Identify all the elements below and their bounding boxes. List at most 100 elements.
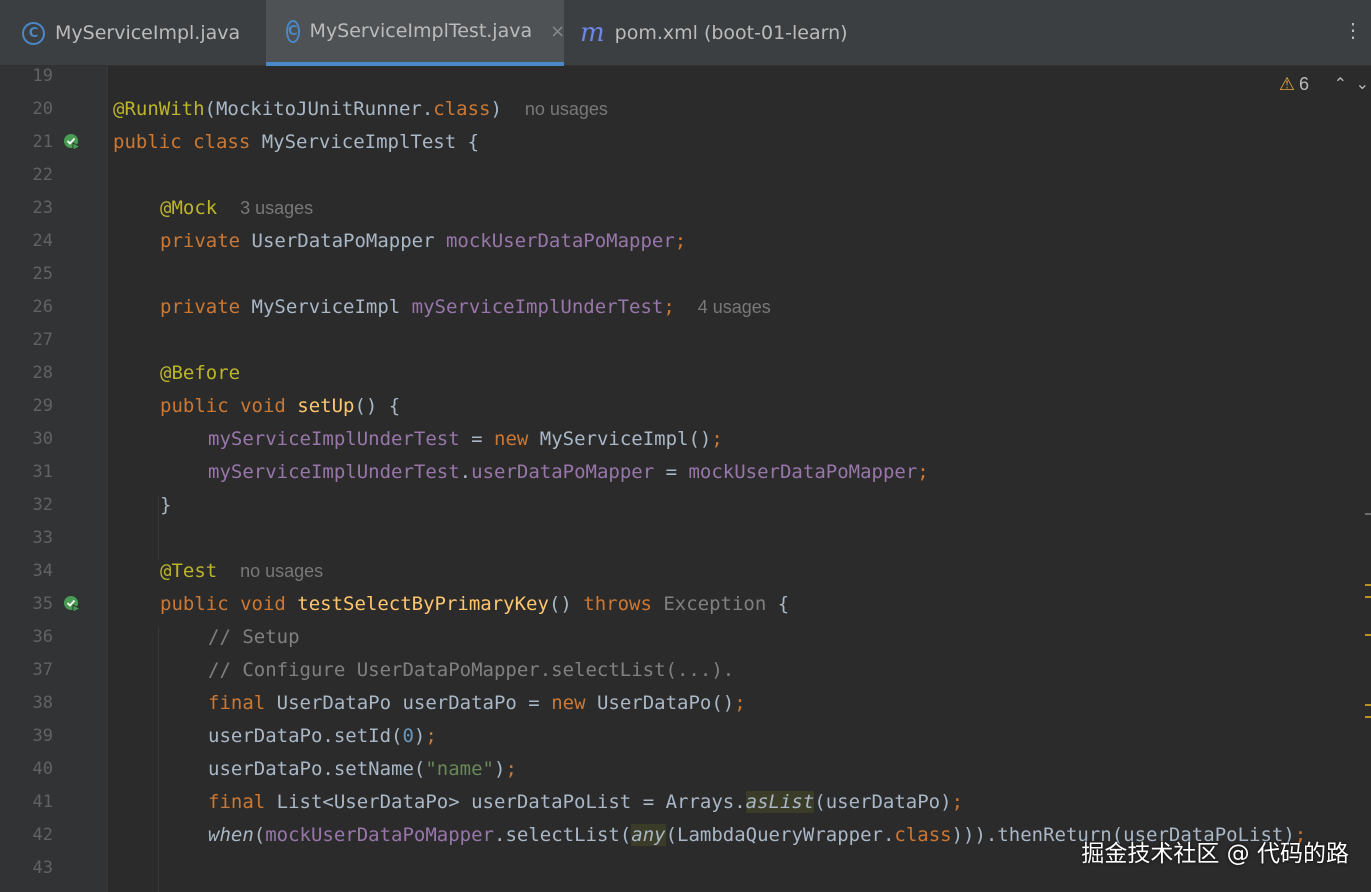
code-line: 30 myServiceImplUnderTest = new MyServic… [0,423,1371,456]
semicolon: ; [425,725,437,747]
line-number: 32 [32,495,53,515]
method-name: testSelectByPrimaryKey [297,593,549,615]
line-number: 28 [32,363,53,383]
more-tabs-icon[interactable]: ⋮ [1343,18,1363,43]
code-line: 34 @Test no usages [0,555,1371,588]
code-line: 25 [0,258,1371,291]
editor-tab-bar: C MyServiceImpl.java C MyServiceImplTest… [0,0,1371,66]
code-line: 36 // Setup [0,621,1371,654]
code-line: 41 final List<UserDataPo> userDataPoList… [0,786,1371,819]
code-token: userDataPo.setId( [208,725,403,747]
code-token: () { [354,395,401,417]
comment[interactable]: // Configure UserDataPoMapper.selectList… [208,654,734,687]
comment[interactable]: // Setup [208,621,300,654]
tab-label: MyServiceImpl.java [55,22,241,44]
semicolon: ; [663,296,675,318]
code-text[interactable]: myServiceImplUnderTest = new MyServiceIm… [208,423,723,456]
code-line: 28 @Before [0,357,1371,390]
tab-label: pom.xml (boot-01-learn) [614,22,848,44]
code-text[interactable]: @Mock 3 usages [160,192,313,225]
code-text[interactable]: private MyServiceImpl myServiceImplUnder… [160,291,771,324]
code-text[interactable]: final List<UserDataPo> userDataPoList = … [208,786,963,819]
code-text[interactable]: userDataPo.setName("name"); [208,753,517,786]
code-text[interactable]: public void testSelectByPrimaryKey() thr… [160,588,789,621]
keyword: final [208,791,277,813]
line-number: 33 [32,528,53,548]
run-test-icon[interactable] [63,133,81,151]
class-icon: C [286,19,300,43]
code-line: 40 userDataPo.setName("name"); [0,753,1371,786]
code-token: UserDataPo userDataPo = [276,692,552,714]
code-line: 22 [0,159,1371,192]
string-literal: "name" [425,758,494,780]
code-text[interactable]: final UserDataPo userDataPo = new UserDa… [208,687,746,720]
code-token: (userDataPo) [814,791,952,813]
usages-hint[interactable]: 3 usages [240,198,313,218]
line-number: 42 [32,825,53,845]
code-text[interactable]: myServiceImplUnderTest.userDataPoMapper … [208,456,929,489]
line-number: 27 [32,330,53,350]
code-line: 38 final UserDataPo userDataPo = new Use… [0,687,1371,720]
code-line: 29 public void setUp() { [0,390,1371,423]
tab-myserviceimpl[interactable]: C MyServiceImpl.java [22,0,266,66]
semicolon: ; [951,791,964,813]
line-number: 23 [32,198,53,218]
semicolon: ; [711,428,723,450]
tab-label: MyServiceImplTest.java [309,20,533,42]
semicolon: ; [674,230,687,252]
keyword: throws [583,593,664,615]
field-name: mockUserDataPoMapper [265,824,494,846]
run-test-icon[interactable] [63,595,81,613]
line-number: 36 [32,627,53,647]
line-number: 41 [32,792,53,812]
code-text[interactable]: @Test no usages [160,555,323,588]
tab-myserviceimpltest[interactable]: C MyServiceImplTest.java × [266,0,565,66]
keyword: private [160,296,252,318]
keyword: class [894,824,952,846]
code-line: 20 @RunWith(MockitoJUnitRunner.class) no… [0,93,1371,126]
code-line: 32 } [0,489,1371,522]
keyword: public class [113,131,262,153]
keyword: new [551,692,597,714]
keyword: class [433,98,491,120]
keyword: public void [160,395,298,417]
code-editor[interactable]: ⚠ 6 ⌃ ⌄ 19 20 @RunWith(MockitoJUnitRunne… [0,66,1371,892]
keyword: final [208,692,277,714]
code-token: List<UserDataPo> userDataPoList = Arrays… [276,791,746,813]
code-token: (MockitoJUnitRunner. [204,98,434,120]
line-number: 29 [32,396,53,416]
static-method: any [631,824,666,846]
tab-pom-xml[interactable]: m pom.xml (boot-01-learn) [580,0,880,66]
code-token: () [548,593,584,615]
code-text[interactable]: @Before [160,357,240,390]
usages-hint[interactable]: 4 usages [698,297,771,317]
code-line: 19 [0,60,1371,93]
code-line: 35 public void testSelectByPrimaryKey() … [0,588,1371,621]
code-text[interactable]: userDataPo.setId(0); [208,720,437,753]
code-text[interactable]: public void setUp() { [160,390,400,423]
code-token: . [459,461,472,483]
field-name: userDataPoMapper [471,461,655,483]
code-token: MyServiceImpl [251,296,412,318]
code-line: 33 [0,522,1371,555]
usages-hint[interactable]: no usages [240,561,323,581]
code-text[interactable]: private UserDataPoMapper mockUserDataPoM… [160,225,686,258]
code-line: 39 userDataPo.setId(0); [0,720,1371,753]
close-tab-icon[interactable]: × [550,21,565,42]
keyword: new [494,428,540,450]
usages-hint[interactable]: no usages [525,99,608,119]
static-method: when [208,824,254,846]
code-text[interactable]: public class MyServiceImplTest { [113,126,479,159]
code-line: 24 private UserDataPoMapper mockUserData… [0,225,1371,258]
code-text[interactable]: } [160,489,171,522]
code-token: MyServiceImplTest { [261,131,480,153]
field-name: myServiceImplUnderTest [411,296,664,318]
code-token: ) [490,98,502,120]
code-text[interactable]: @RunWith(MockitoJUnitRunner.class) no us… [113,93,608,126]
code-token: = [459,428,494,450]
code-token: ( [253,824,266,846]
code-line: 31 myServiceImplUnderTest.userDataPoMapp… [0,456,1371,489]
line-number: 21 [32,132,53,152]
line-number: 39 [32,726,53,746]
code-token: UserDataPo() [596,692,735,714]
